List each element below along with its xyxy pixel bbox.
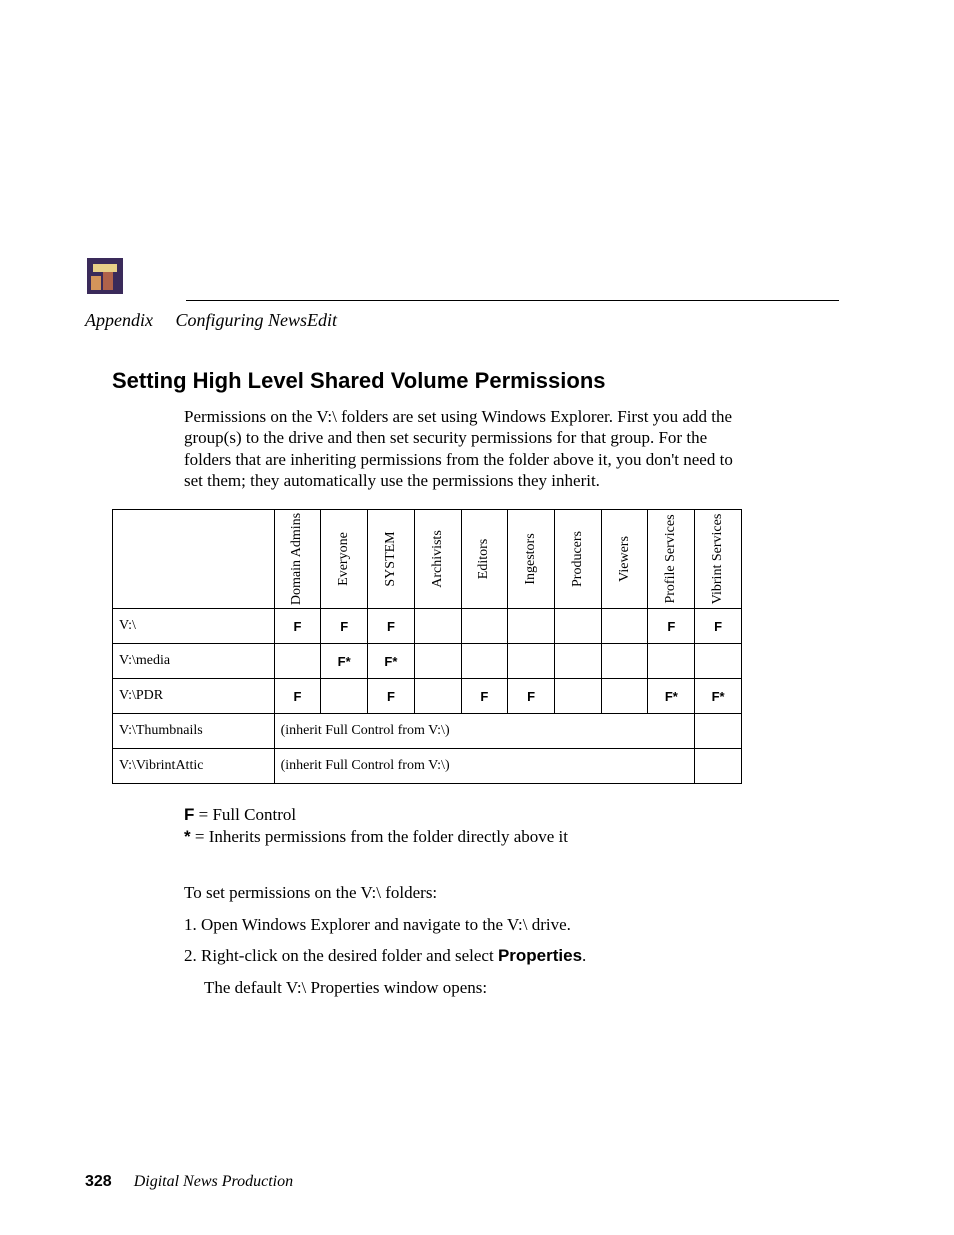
cell: F*: [695, 679, 742, 714]
row-label: V:\PDR: [113, 679, 275, 714]
col-vibrint-services: Vibrint Services: [695, 510, 742, 609]
col-producers: Producers: [554, 510, 601, 609]
col-profile-services: Profile Services: [648, 510, 695, 609]
book-logo-icon: [85, 256, 125, 296]
cell: F: [461, 679, 508, 714]
cell: F*: [368, 644, 415, 679]
col-viewers: Viewers: [601, 510, 648, 609]
cell: [695, 749, 742, 784]
col-everyone: Everyone: [321, 510, 368, 609]
legend-star-text: = Inherits permissions from the folder d…: [191, 827, 568, 846]
cell: [414, 609, 461, 644]
steps-intro: To set permissions on the V:\ folders:: [184, 880, 832, 906]
step-2: 2. Right-click on the desired folder and…: [184, 943, 832, 969]
step-2-post: .: [582, 946, 586, 965]
running-header: Appendix Configuring NewsEdit: [85, 310, 337, 331]
step-1: 1. Open Windows Explorer and navigate to…: [184, 912, 832, 938]
cell: [461, 609, 508, 644]
col-domain-admins: Domain Admins: [274, 510, 321, 609]
cell: F*: [321, 644, 368, 679]
legend-line-star: * = Inherits permissions from the folder…: [184, 826, 832, 848]
cell: [508, 644, 555, 679]
row-label: V:\media: [113, 644, 275, 679]
cell: F: [648, 609, 695, 644]
cell: F*: [648, 679, 695, 714]
cell: [414, 679, 461, 714]
table-row: V:\PDR F F F F F* F*: [113, 679, 742, 714]
section-heading: Setting High Level Shared Volume Permiss…: [112, 368, 832, 394]
col-editors: Editors: [461, 510, 508, 609]
table-header-row: Domain Admins Everyone SYSTEM Archivists…: [113, 510, 742, 609]
cell: F: [695, 609, 742, 644]
legend: F = Full Control * = Inherits permission…: [184, 804, 832, 848]
cell: [321, 679, 368, 714]
row-label: V:\Thumbnails: [113, 714, 275, 749]
col-ingestors: Ingestors: [508, 510, 555, 609]
page-footer: 328 Digital News Production: [85, 1173, 293, 1191]
cell: F: [508, 679, 555, 714]
permissions-table: Domain Admins Everyone SYSTEM Archivists…: [112, 509, 742, 784]
table-row: V:\VibrintAttic (inherit Full Control fr…: [113, 749, 742, 784]
cell: [601, 679, 648, 714]
chapter-title: Configuring NewsEdit: [175, 310, 337, 330]
cell: F: [368, 609, 415, 644]
page-number: 328: [85, 1173, 112, 1190]
row-label: V:\VibrintAttic: [113, 749, 275, 784]
cell: [461, 644, 508, 679]
step-2-bold: Properties: [498, 946, 582, 965]
cell: F: [274, 609, 321, 644]
table-row: V:\ F F F F F: [113, 609, 742, 644]
cell: F: [274, 679, 321, 714]
cell: F: [321, 609, 368, 644]
table-row: V:\Thumbnails (inherit Full Control from…: [113, 714, 742, 749]
legend-star-symbol: *: [184, 827, 191, 846]
table-row: V:\media F* F*: [113, 644, 742, 679]
blank-header: [113, 510, 275, 609]
appendix-label: Appendix: [85, 310, 153, 330]
cell: [414, 644, 461, 679]
inherit-cell: (inherit Full Control from V:\): [274, 714, 695, 749]
cell: [648, 644, 695, 679]
cell: [601, 644, 648, 679]
cell: [274, 644, 321, 679]
cell: [601, 609, 648, 644]
steps-block: To set permissions on the V:\ folders: 1…: [184, 880, 832, 1000]
inherit-cell: (inherit Full Control from V:\): [274, 749, 695, 784]
cell: [554, 609, 601, 644]
legend-f-symbol: F: [184, 805, 194, 824]
row-label: V:\: [113, 609, 275, 644]
cell: [554, 644, 601, 679]
intro-paragraph: Permissions on the V:\ folders are set u…: [184, 406, 744, 491]
step-2-pre: 2. Right-click on the desired folder and…: [184, 946, 498, 965]
cell: [508, 609, 555, 644]
book-title: Digital News Production: [134, 1173, 293, 1190]
cell: F: [368, 679, 415, 714]
cell: [554, 679, 601, 714]
cell: [695, 714, 742, 749]
col-archivists: Archivists: [414, 510, 461, 609]
legend-f-text: = Full Control: [194, 805, 296, 824]
col-system: SYSTEM: [368, 510, 415, 609]
header-rule: [186, 300, 839, 301]
legend-line-f: F = Full Control: [184, 804, 832, 826]
cell: [695, 644, 742, 679]
step-2-result: The default V:\ Properties window opens:: [204, 975, 832, 1001]
